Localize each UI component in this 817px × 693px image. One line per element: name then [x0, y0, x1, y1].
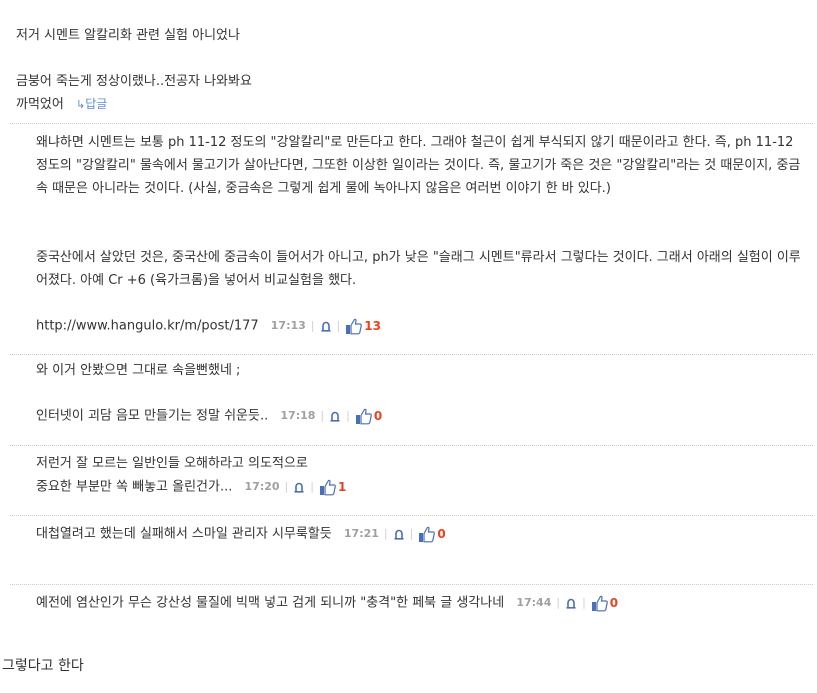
footer-text: 그렇다고 한다 — [2, 658, 84, 674]
comment-2-line1: 와 이거 안봤으면 그대로 속을뻔했네 ; — [36, 363, 241, 378]
separator: | — [310, 480, 314, 493]
reply-button[interactable]: ↳답글 — [76, 97, 107, 112]
comment-4-row: 대첩열려고 했는데 실패해서 스마일 관리자 시무룩할듯 17:21 | | 0 — [36, 524, 446, 545]
comment-5-row: 예전에 염산인가 무슨 강산성 물질에 빅맥 넣고 검게 되니까 "충격"한 페… — [36, 593, 618, 614]
comment-4-line1: 대첩열려고 했는데 실패해서 스마일 관리자 시무룩할듯 — [36, 526, 332, 542]
comment-5-line1: 예전에 염산인가 무슨 강산성 물질에 빅맥 넣고 검게 되니까 "충격"한 페… — [36, 595, 505, 611]
reply-arrow-icon: ↳ — [75, 98, 86, 111]
comment-4-meta: 17:21 | | 0 — [344, 524, 446, 544]
divider — [10, 354, 813, 355]
separator: | — [383, 527, 388, 540]
comment-time: 17:20 — [244, 480, 280, 493]
bell-icon[interactable] — [293, 481, 305, 494]
comment-3-line1: 저런거 잘 모르는 일반인들 오해하라고 의도적으로 — [36, 456, 308, 471]
thread-title-line: 저거 시멘트 알칼리화 관련 실험 아니었나 — [16, 28, 240, 43]
separator: | — [409, 527, 414, 540]
thumbs-up-icon[interactable] — [345, 318, 363, 335]
comment-2-line2-row: 인터넷이 괴담 음모 만들기는 정말 쉬운듯.. 17:18 | | 0 — [36, 406, 382, 427]
comment-1-meta: 17:13 | | 13 — [271, 316, 381, 336]
bell-icon[interactable] — [393, 528, 405, 541]
separator: | — [284, 480, 289, 493]
comment-time: 17:13 — [270, 319, 306, 332]
divider — [10, 123, 813, 124]
separator: | — [336, 319, 341, 332]
comment-time: 17:21 — [343, 527, 379, 540]
like-count: 0 — [373, 409, 383, 423]
bell-icon[interactable] — [320, 320, 332, 333]
separator: | — [320, 409, 325, 422]
comment-2-meta: 17:18 | | 0 — [280, 406, 382, 426]
comment-5-meta: 17:44 | | 0 — [516, 593, 618, 613]
comment-3-meta: 17:20 | | 1 — [244, 477, 347, 497]
comment-3-line2-row: 중요한 부분만 쏙 빼놓고 올린건가... 17:20 | | 1 — [36, 477, 346, 498]
reply-label: 답글 — [85, 97, 108, 111]
bell-icon[interactable] — [565, 597, 577, 610]
comment-1-paragraph-2: 중국산에서 살았던 것은, 중국산에 중금속이 들어서가 아니고, ph가 낮은… — [36, 250, 801, 288]
thumbs-up-icon[interactable] — [355, 408, 373, 425]
comment-2-line2: 인터넷이 괴담 음모 만들기는 정말 쉬운듯.. — [36, 408, 269, 424]
comment-time: 17:44 — [516, 596, 552, 609]
thumbs-up-icon[interactable] — [319, 479, 337, 496]
comment-3-line2: 중요한 부분만 쏙 빼놓고 올린건가... — [36, 479, 233, 495]
thumbs-up-icon[interactable] — [591, 595, 609, 612]
separator: | — [582, 596, 586, 609]
comment-time: 17:18 — [280, 409, 316, 422]
top-comment-text: 까먹었어 — [16, 97, 64, 112]
like-count: 0 — [437, 527, 446, 541]
like-count: 1 — [337, 480, 347, 494]
top-comment-line1: 금붕어 죽는게 정상이랬나..전공자 나와봐요 — [16, 74, 252, 89]
separator: | — [310, 319, 315, 332]
like-count: 0 — [609, 596, 619, 610]
like-count: 13 — [364, 319, 381, 333]
comment-1-paragraph-1: 왜냐하면 시멘트는 보통 ph 11-12 정도의 "강알칼리"로 만든다고 한… — [36, 135, 801, 196]
comment-1-meta-row: http://www.hangulo.kr/m/post/177 17:13 |… — [36, 316, 381, 337]
separator: | — [556, 596, 561, 609]
thumbs-up-icon[interactable] — [418, 526, 436, 543]
divider — [10, 515, 813, 516]
separator: | — [346, 409, 350, 422]
top-comment-line2: 까먹었어 ↳답글 — [16, 94, 107, 115]
comment-1-url-link[interactable]: http://www.hangulo.kr/m/post/177 — [36, 319, 259, 334]
bell-icon[interactable] — [329, 410, 341, 423]
divider — [10, 445, 813, 446]
divider — [10, 584, 813, 585]
